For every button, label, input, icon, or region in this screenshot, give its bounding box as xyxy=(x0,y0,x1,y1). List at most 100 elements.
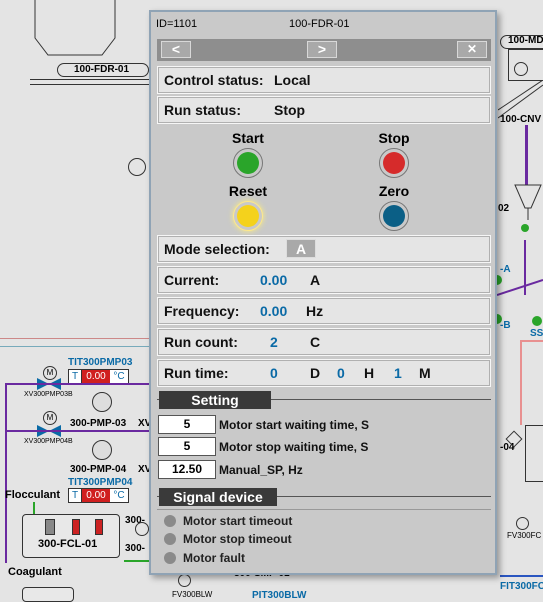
green-pipe xyxy=(124,560,152,562)
stop-label: Stop xyxy=(378,130,410,146)
pipe-v1 xyxy=(525,125,528,185)
run-count-value: 2 xyxy=(270,334,278,350)
fv-bottom-tag: FV300BLW xyxy=(172,590,213,599)
stop-timeout-led xyxy=(164,533,176,545)
dialog-id: ID=1101 xyxy=(156,18,198,30)
flocculant-label: Flocculant xyxy=(5,489,61,501)
frequency-value: 0.00 xyxy=(260,303,288,319)
fv-bottom-symbol xyxy=(178,574,191,587)
run-status-value: Stop xyxy=(274,102,306,118)
run-time-minutes: 1 xyxy=(394,365,402,381)
start-label: Start xyxy=(232,130,264,146)
tit-pmp04-unit: °C xyxy=(113,490,125,501)
control-status-row: Control status: Local xyxy=(157,66,491,94)
motor-start-wait-label: Motor start waiting time, S xyxy=(219,418,370,432)
fdr-tag: 100-FDR-01 xyxy=(74,64,130,75)
start-timeout-label: Motor start timeout xyxy=(183,514,293,528)
stop-lamp-icon xyxy=(383,152,405,174)
coagulant-label: Coagulant xyxy=(8,566,62,578)
mode-selector[interactable]: A xyxy=(286,239,316,258)
setting-title: Setting xyxy=(159,391,271,409)
mode-selection-label: Mode selection: xyxy=(164,241,270,257)
frequency-label: Frequency: xyxy=(164,303,240,319)
run-time-days-unit: D xyxy=(310,365,321,381)
current-row: Current: 0.00 A xyxy=(157,266,491,294)
current-value: 0.00 xyxy=(260,272,288,288)
pmp04-tag: 300-PMP-04 xyxy=(70,464,127,475)
indicator-ss xyxy=(532,316,542,326)
motor-start-wait-input[interactable]: 5 xyxy=(158,415,216,434)
motor-symbol xyxy=(128,158,146,176)
conveyor-lines xyxy=(498,80,543,119)
zero-button[interactable] xyxy=(379,201,409,231)
motor-fault-led xyxy=(164,552,176,564)
fit-tag: FIT300FC xyxy=(500,581,543,592)
prev-button[interactable]: < xyxy=(161,41,191,58)
run-time-label: Run time: xyxy=(164,365,229,381)
pink-pipe-r xyxy=(520,340,543,342)
fcl-indicator-2 xyxy=(95,519,103,535)
mdt-tag: 100-MDT-0 xyxy=(508,35,543,46)
hopper-shape xyxy=(34,0,116,56)
label-300-b: 300- xyxy=(125,543,146,554)
tit-pmp04-value: 0.00 xyxy=(82,489,110,502)
run-status-label: Run status: xyxy=(164,102,241,118)
mdt-motor xyxy=(514,62,528,76)
next-button[interactable]: > xyxy=(307,41,337,58)
nav-bar: < > ✕ xyxy=(157,39,491,61)
valve-03b-tag: XV300PMP03B xyxy=(24,391,73,398)
zero-label: Zero xyxy=(378,183,410,199)
mode-selection-row: Mode selection: A xyxy=(157,235,491,263)
fv-right-tag: FV300FC xyxy=(507,531,542,540)
run-count-label: Run count: xyxy=(164,334,238,350)
run-time-hours-unit: H xyxy=(364,365,375,381)
pipe-left-v xyxy=(5,383,7,563)
tit-pmp04-tag: TIT300PMP04 xyxy=(68,477,133,488)
run-time-days: 0 xyxy=(270,365,278,381)
pmp03-tag: 300-PMP-03 xyxy=(70,418,127,429)
teal-line-top xyxy=(0,346,152,347)
fv-right-symbol xyxy=(516,517,529,530)
fcl-mixer-1 xyxy=(45,519,55,535)
dialog-titlebar[interactable]: ID=1101 100-FDR-01 xyxy=(151,12,495,36)
pink-pipe-rv xyxy=(520,340,522,425)
tank-right xyxy=(525,425,543,482)
label-b: -B xyxy=(500,320,511,331)
run-status-row: Run status: Stop xyxy=(157,96,491,124)
diag-lines xyxy=(497,240,543,296)
pipe-pmp04 xyxy=(5,430,150,432)
tit-pmp04-box: T 0.00 °C xyxy=(68,488,129,503)
tit-pmp04-t: T xyxy=(69,489,82,502)
reset-label: Reset xyxy=(228,183,268,199)
run-time-hours: 0 xyxy=(337,365,345,381)
reset-button[interactable] xyxy=(233,201,263,231)
flocculant-arrow xyxy=(33,502,35,514)
feeder-line-2 xyxy=(30,84,154,85)
run-time-minutes-unit: M xyxy=(419,365,431,381)
label-02: 02 xyxy=(498,203,510,214)
fcl-indicator-1 xyxy=(72,519,80,535)
pump-04-icon xyxy=(92,440,112,460)
tit-pmp03-t: T xyxy=(69,370,82,383)
control-status-value: Local xyxy=(274,72,311,88)
close-button[interactable]: ✕ xyxy=(457,41,487,58)
stop-timeout-label: Motor stop timeout xyxy=(183,532,292,546)
stop-button[interactable] xyxy=(379,148,409,178)
tit-pmp03-value: 0.00 xyxy=(82,370,110,383)
label-ss: SS xyxy=(530,328,543,339)
dialog-title: 100-FDR-01 xyxy=(289,18,350,30)
current-unit: A xyxy=(310,272,321,288)
pipe-pmp03 xyxy=(5,383,150,385)
start-button[interactable] xyxy=(233,148,263,178)
signal-title: Signal device xyxy=(159,488,277,506)
pump-small-icon xyxy=(135,522,149,536)
manual-sp-input[interactable]: 12.50 xyxy=(158,460,216,479)
motor-stop-wait-input[interactable]: 5 xyxy=(158,437,216,456)
reset-lamp-icon xyxy=(237,205,259,227)
tit-pmp03-unit: °C xyxy=(113,371,125,382)
motor-fault-label: Motor fault xyxy=(183,551,245,565)
frequency-unit: Hz xyxy=(306,303,324,319)
fcl-tank xyxy=(22,514,120,558)
motor-stop-wait-label: Motor stop waiting time, S xyxy=(219,440,369,454)
tit-pmp03-box: T 0.00 °C xyxy=(68,369,129,384)
